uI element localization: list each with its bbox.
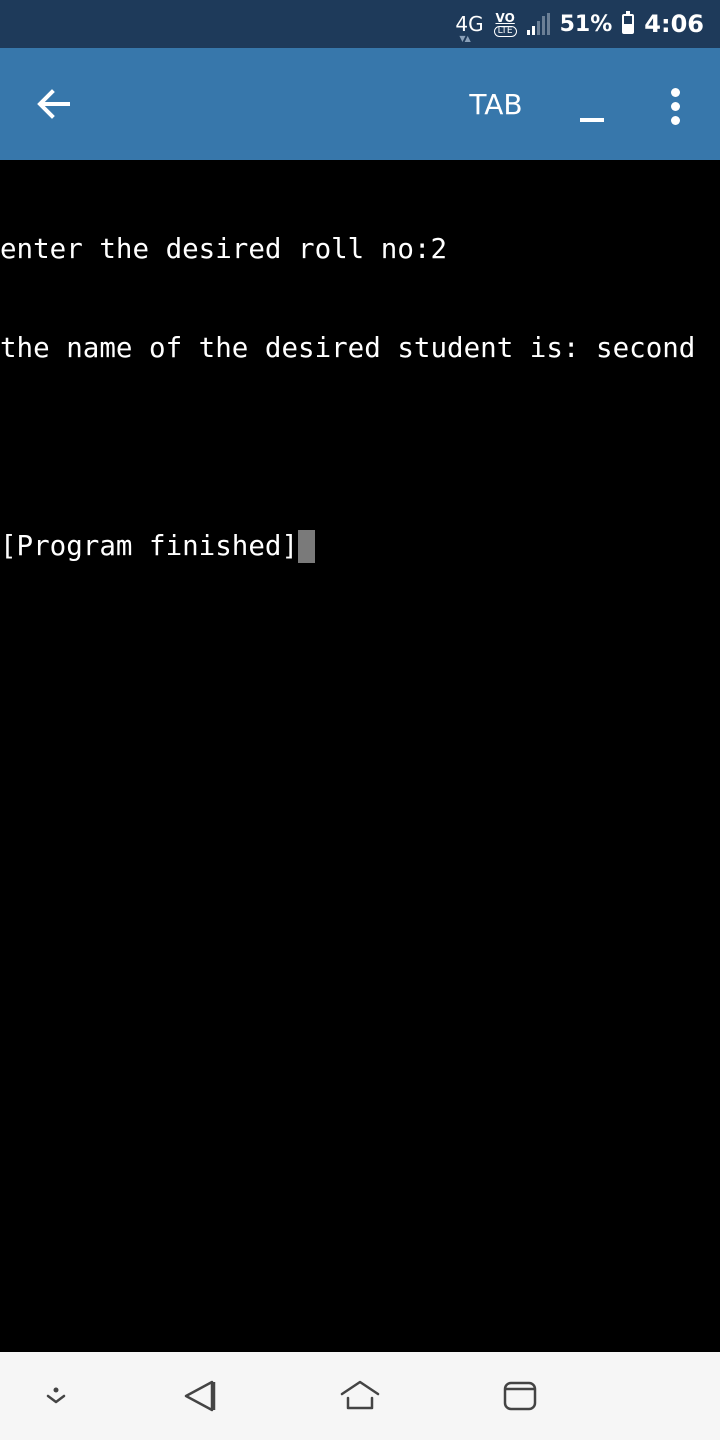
back-button[interactable] (30, 82, 78, 126)
back-triangle-icon (184, 1380, 216, 1412)
navigation-bar (0, 1352, 720, 1440)
app-bar: TAB (0, 48, 720, 160)
nav-recents-button[interactable] (496, 1372, 544, 1420)
nav-home-button[interactable] (336, 1372, 384, 1420)
status-icons: 4G ▼▲ VO LTE 51% 4:06 (455, 0, 704, 48)
terminal-line: the name of the desired student is: seco… (0, 332, 696, 364)
arrow-left-icon (37, 89, 70, 119)
keyboard-hide-icon (46, 1387, 66, 1404)
program-finished-text: [Program finished] (0, 530, 299, 562)
tab-button[interactable]: TAB (448, 78, 544, 130)
home-icon (340, 1380, 380, 1410)
status-bar: 4G ▼▲ VO LTE 51% 4:06 (0, 0, 720, 48)
signal-strength-icon (526, 13, 550, 35)
recents-icon (503, 1381, 537, 1411)
battery-icon (622, 11, 635, 34)
battery-percent: 51% (559, 11, 613, 37)
terminal-cursor (298, 530, 316, 563)
underscore-button[interactable] (568, 78, 616, 134)
underscore-icon (580, 118, 604, 122)
more-options-button[interactable] (652, 78, 700, 134)
terminal-line: enter the desired roll no:2 (0, 233, 448, 265)
hide-keyboard-button[interactable] (32, 1372, 80, 1420)
clock: 4:06 (644, 10, 704, 38)
volte-icon: VO LTE (493, 10, 517, 37)
network-indicator: 4G ▼▲ (455, 12, 484, 43)
more-vert-icon (671, 88, 680, 97)
data-activity-icon: ▼▲ (459, 34, 470, 43)
terminal-output[interactable]: enter the desired roll no:2 the name of … (0, 160, 720, 1352)
nav-back-button[interactable] (176, 1372, 224, 1420)
terminal-line-last: [Program finished] (0, 530, 720, 563)
network-type: 4G (455, 12, 484, 36)
